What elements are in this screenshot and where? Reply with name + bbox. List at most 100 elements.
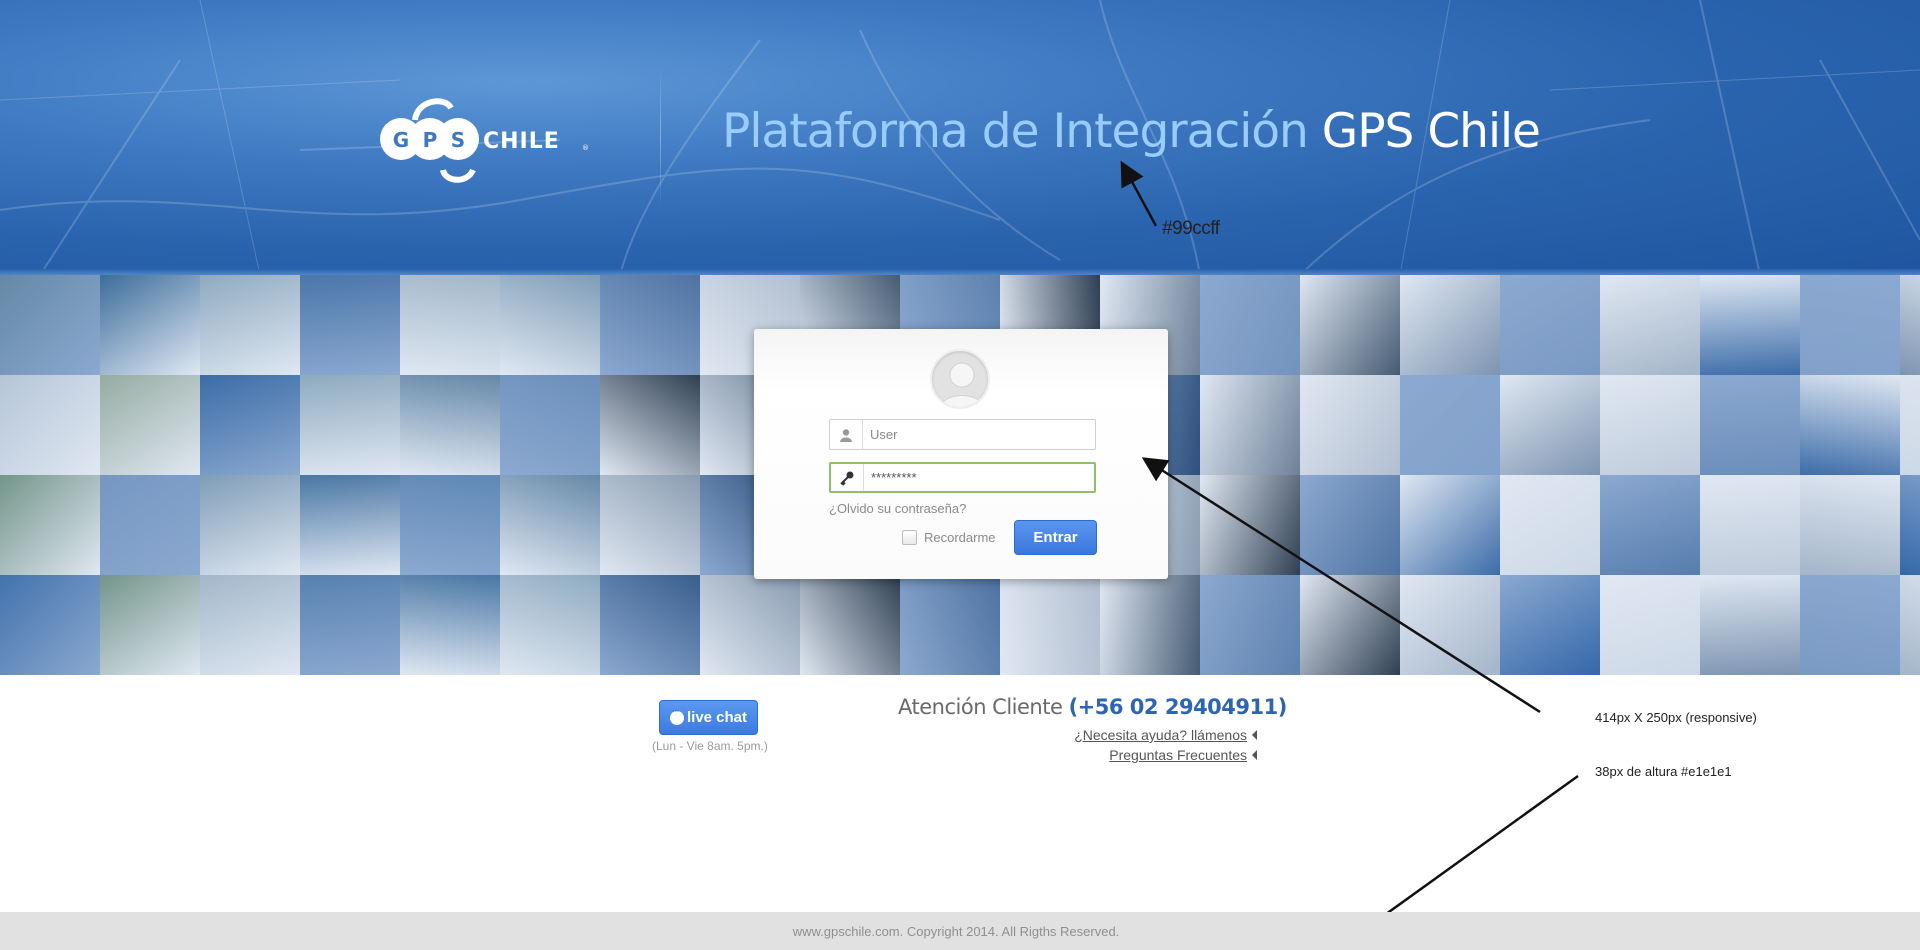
mosaic-tile: [0, 375, 100, 475]
svg-text:®: ®: [582, 144, 589, 152]
mosaic-tile: [400, 475, 500, 575]
mosaic-tile: [1600, 275, 1700, 375]
mosaic-tile: [1600, 575, 1700, 675]
mosaic-tile: [200, 275, 300, 375]
mosaic-tile: [0, 475, 100, 575]
page: G P S CHILE ® Plataforma de Integración …: [0, 0, 1920, 950]
gps-chile-logo: G P S CHILE ®: [380, 98, 589, 183]
mosaic-tile: [300, 275, 400, 375]
username-field: [829, 419, 1096, 450]
mosaic-tile: [500, 375, 600, 475]
mosaic-tile: [900, 575, 1000, 675]
annotation-footer-spec: 38px de altura #e1e1e1: [1595, 764, 1732, 779]
mosaic-tile: [1300, 475, 1400, 575]
mosaic-tile: [200, 375, 300, 475]
username-input[interactable]: [870, 420, 1090, 449]
mosaic-tile: [1200, 375, 1300, 475]
mosaic-tile: [1900, 575, 1920, 675]
mosaic-tile: [1800, 475, 1900, 575]
mosaic-tile: [500, 475, 600, 575]
password-input[interactable]: [871, 464, 1091, 491]
mosaic-tile: [1300, 375, 1400, 475]
remember-me[interactable]: Recordarme: [902, 530, 996, 545]
mosaic-tile: [100, 475, 200, 575]
mosaic-tile: [1000, 575, 1100, 675]
mosaic-tile: [1200, 475, 1300, 575]
mosaic-tile: [600, 475, 700, 575]
svg-text:CHILE: CHILE: [483, 129, 560, 154]
mosaic-tile: [300, 375, 400, 475]
live-chat-hours: (Lun - Vie 8am. 5pm.): [652, 739, 768, 753]
mosaic-tile: [1900, 275, 1920, 375]
mosaic-tile: [1400, 375, 1500, 475]
header-banner: G P S CHILE ® Plataforma de Integración …: [0, 0, 1920, 275]
mosaic-tile: [0, 275, 100, 375]
mosaic-tile: [700, 575, 800, 675]
mosaic-tile: [1800, 575, 1900, 675]
mosaic-tile: [1600, 475, 1700, 575]
mosaic-tile: [1500, 275, 1600, 375]
help-call-link[interactable]: ¿Necesita ayuda? llámenos: [1074, 727, 1257, 743]
mosaic-tile: [300, 575, 400, 675]
mosaic-tile: [1800, 375, 1900, 475]
page-title-strong: GPS Chile: [1321, 104, 1541, 159]
customer-service-label: Atención Cliente: [898, 695, 1063, 719]
mosaic-tile: [0, 575, 100, 675]
mosaic-tile: [500, 275, 600, 375]
mosaic-tile: [1500, 375, 1600, 475]
mosaic-tile: [200, 475, 300, 575]
mosaic-tile: [1400, 275, 1500, 375]
mosaic-tile: [800, 575, 900, 675]
user-icon: [830, 420, 863, 449]
customer-service-heading: Atención Cliente (+56 02 29404911): [898, 695, 1287, 719]
forgot-password-link[interactable]: ¿Olvido su contraseña?: [829, 501, 966, 516]
mosaic-tile: [600, 575, 700, 675]
mosaic-tile: [600, 275, 700, 375]
login-box: ¿Olvido su contraseña? Recordarme Entrar: [754, 329, 1168, 579]
live-chat-button[interactable]: live chat: [659, 700, 758, 735]
mosaic-tile: [1300, 575, 1400, 675]
key-icon: [831, 464, 864, 491]
live-chat-label: live chat: [686, 709, 748, 726]
mosaic-tile: [1900, 475, 1920, 575]
mosaic-tile: [1700, 475, 1800, 575]
mosaic-tile: [1400, 575, 1500, 675]
caret-left-icon: [1252, 750, 1257, 760]
remember-checkbox[interactable]: [902, 530, 917, 545]
mosaic-tile: [500, 575, 600, 675]
mosaic-tile: [400, 375, 500, 475]
faq-label: Preguntas Frecuentes: [1109, 747, 1247, 763]
mosaic-tile: [100, 275, 200, 375]
mosaic-tile: [1700, 375, 1800, 475]
caret-left-icon: [1252, 730, 1257, 740]
mosaic-tile: [200, 575, 300, 675]
footer-copyright: www.gpschile.com. Copyright 2014. All Ri…: [792, 923, 1120, 939]
user-avatar-icon: [930, 349, 990, 409]
page-title-light: Plataforma de Integración: [722, 104, 1309, 159]
mosaic-tile: [300, 475, 400, 575]
mosaic-tile: [100, 375, 200, 475]
mosaic-tile: [400, 275, 500, 375]
mosaic-tile: [1100, 575, 1200, 675]
header-divider: [660, 68, 661, 208]
chat-bubble-icon: [669, 706, 684, 725]
mosaic-tile: [1900, 375, 1920, 475]
mosaic-tile: [600, 375, 700, 475]
mosaic-tile: [1500, 475, 1600, 575]
mosaic-tile: [1200, 275, 1300, 375]
mosaic-tile: [400, 575, 500, 675]
mosaic-tile: [1200, 575, 1300, 675]
svg-text:P: P: [423, 128, 438, 152]
annotation-title-color: #99ccff: [1162, 218, 1220, 239]
annotation-login-size: 414px X 250px (responsive): [1595, 710, 1757, 725]
mosaic-tile: [1400, 475, 1500, 575]
login-button[interactable]: Entrar: [1014, 520, 1097, 555]
mosaic-tile: [1700, 275, 1800, 375]
password-field: [829, 462, 1096, 493]
mosaic-tile: [100, 575, 200, 675]
mosaic-tile: [1300, 275, 1400, 375]
svg-text:G: G: [393, 128, 409, 152]
faq-link[interactable]: Preguntas Frecuentes: [1109, 747, 1257, 763]
footer: www.gpschile.com. Copyright 2014. All Ri…: [0, 912, 1920, 950]
svg-text:S: S: [451, 128, 465, 152]
